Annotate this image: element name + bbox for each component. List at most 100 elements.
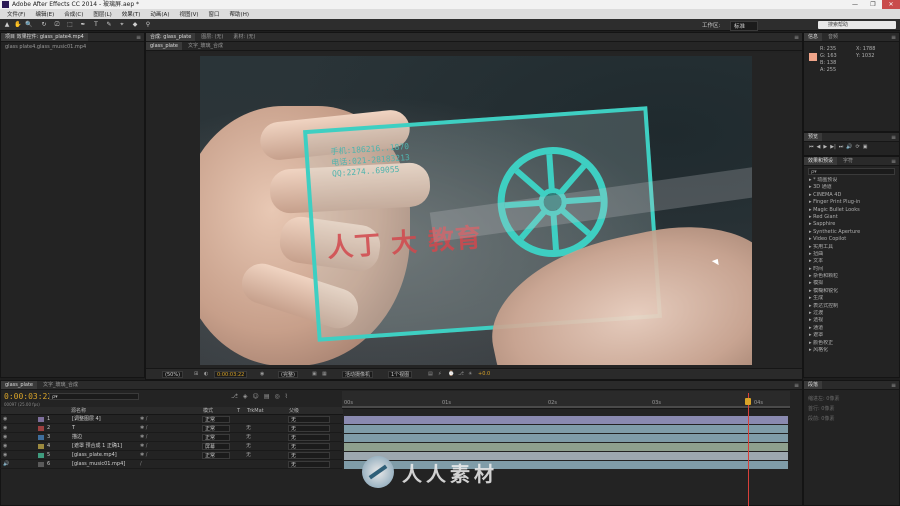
layer-parent-select[interactable]: 无	[288, 434, 330, 441]
tab-timeline-glass-plate[interactable]: glass_plate	[1, 381, 38, 389]
subtab-glass-plate[interactable]: glass_plate	[146, 42, 183, 50]
layer-parent-select[interactable]: 无	[288, 452, 330, 459]
menu-help[interactable]: 帮助(H)	[225, 10, 254, 18]
resolution-select[interactable]: (完整)	[278, 371, 298, 378]
layer-parent-select[interactable]: 无	[288, 425, 330, 432]
layer-mode-select[interactable]: 正常	[202, 434, 230, 441]
list-item[interactable]: ▸ 风格化	[804, 347, 899, 354]
table-row[interactable]: ◉ 5 [glass_plate.mp4] ✱ / 正常 无 无	[0, 451, 342, 460]
list-item[interactable]: ▸ 过渡	[804, 310, 899, 317]
layer-switch-icon[interactable]: ✱ /	[140, 415, 147, 424]
list-item[interactable]: ▸ 模拟	[804, 280, 899, 287]
layer-mode-select[interactable]: 正常	[202, 452, 230, 459]
layer-trkmat-select[interactable]: 无	[246, 424, 251, 433]
layer-name[interactable]: [glass_music01.mp4]	[72, 460, 125, 469]
eye-icon[interactable]: ◉	[3, 442, 7, 451]
column-t[interactable]: T	[237, 407, 240, 415]
last-frame-icon[interactable]: ⏭	[839, 144, 844, 150]
text-tool-icon[interactable]: T	[92, 21, 100, 29]
list-item[interactable]: ▸ 通道	[804, 325, 899, 332]
menu-file[interactable]: 文件(F)	[2, 10, 30, 18]
region-icon[interactable]: ▣	[310, 371, 319, 378]
playhead[interactable]	[748, 393, 749, 506]
tab-timeline-text-glass[interactable]: 文字_玻璃_合成	[39, 381, 82, 389]
tab-paragraph[interactable]: 段落	[804, 381, 823, 389]
list-item[interactable]: ▸ 透视	[804, 317, 899, 324]
label-color[interactable]	[38, 426, 44, 431]
layer-bar[interactable]	[344, 434, 788, 442]
column-parent[interactable]: 父级	[289, 407, 299, 415]
exposure-value[interactable]: +0.0	[476, 371, 492, 378]
list-item[interactable]: ▸ 生成	[804, 295, 899, 302]
list-item[interactable]: ▸ 时间	[804, 266, 899, 273]
layer-bar[interactable]	[344, 443, 788, 451]
first-frame-icon[interactable]: ⏮	[809, 144, 814, 150]
tab-footage[interactable]: 素材: (无)	[229, 33, 259, 41]
flowchart-icon[interactable]: ⎇	[456, 371, 466, 378]
work-area-bar[interactable]	[342, 406, 790, 408]
menu-layer[interactable]: 图层(L)	[88, 10, 116, 18]
ram-preview-icon[interactable]: ▣	[863, 144, 868, 150]
list-item[interactable]: ▸ Video Copilot	[804, 236, 899, 243]
list-item[interactable]: ▸ 遮罩	[804, 332, 899, 339]
zoom-select[interactable]: (50%)	[162, 371, 184, 378]
layer-name[interactable]: T	[72, 424, 75, 433]
layer-name[interactable]: [遮罩 预合成 1 正确1]	[72, 442, 122, 451]
layer-parent-select[interactable]: 无	[288, 416, 330, 423]
previous-frame-icon[interactable]: ◀	[817, 144, 821, 150]
list-item[interactable]: ▸ Finger Print Plug-in	[804, 199, 899, 206]
eye-icon[interactable]: ◉	[3, 451, 7, 460]
timeline-search-input[interactable]: ρ▾	[49, 393, 139, 400]
layer-name[interactable]: [glass_plate.mp4]	[72, 451, 117, 460]
tab-info[interactable]: 信息	[804, 33, 823, 41]
rectangle-tool-icon[interactable]: ⬚	[66, 21, 74, 29]
list-item[interactable]: ▸ 模糊和锐化	[804, 288, 899, 295]
layer-trkmat-select[interactable]: 无	[246, 451, 251, 460]
paragraph-row[interactable]: 缩进左: 0像素	[808, 394, 895, 404]
table-row[interactable]: ◉ 4 [遮罩 预合成 1 正确1] ✱ / 屏幕 无 无	[0, 442, 342, 451]
timeline-icon[interactable]: ⌚	[446, 371, 456, 378]
exposure-icon[interactable]: ☀	[466, 371, 474, 378]
column-source-name[interactable]: 源名称	[71, 407, 86, 415]
list-item[interactable]: ▸ Red Giant	[804, 214, 899, 221]
tab-effects-presets[interactable]: 效果和预设	[804, 157, 838, 165]
brush-tool-icon[interactable]: ✎	[105, 21, 113, 29]
label-color[interactable]	[38, 435, 44, 440]
menu-animation[interactable]: 动画(A)	[145, 10, 174, 18]
shy-icon[interactable]: ☺	[253, 393, 259, 400]
workspace-select[interactable]: 标准	[730, 21, 759, 31]
clone-tool-icon[interactable]: ⌖	[118, 21, 126, 29]
hand-tool-icon[interactable]: ✋	[14, 21, 22, 29]
layer-mode-select[interactable]: 屏幕	[202, 443, 230, 450]
panel-menu-icon[interactable]: ≡	[891, 382, 896, 389]
panel-menu-icon[interactable]: ≡	[136, 34, 141, 41]
layer-switch-icon[interactable]: ✱ /	[140, 442, 147, 451]
fast-preview-icon[interactable]: ⚡	[436, 371, 444, 378]
column-trkmat[interactable]: TrkMat	[247, 407, 264, 415]
draft-3d-icon[interactable]: ◈	[243, 393, 248, 400]
layer-switch-icon[interactable]: ✱ /	[140, 451, 147, 460]
tab-audio[interactable]: 音频	[824, 33, 842, 41]
label-color[interactable]	[38, 462, 44, 467]
minimize-button[interactable]: —	[846, 0, 864, 9]
camera-view-select[interactable]: 活动摄像机	[342, 371, 374, 378]
layer-bar[interactable]	[344, 425, 788, 433]
maximize-button[interactable]: ❐	[864, 0, 882, 9]
roto-brush-tool-icon[interactable]: ◆	[131, 21, 139, 29]
close-button[interactable]: ✕	[882, 0, 900, 9]
tab-preview[interactable]: 预览	[804, 133, 823, 141]
video-frame[interactable]: 手机:186216..1870 电话:021-28183213 QQ:2274.…	[200, 56, 752, 365]
panel-menu-icon[interactable]: ≡	[891, 34, 896, 41]
panel-menu-icon[interactable]: ≡	[794, 382, 799, 389]
next-frame-icon[interactable]: ▶|	[830, 144, 836, 150]
layer-name[interactable]: [调整图层 4]	[72, 415, 101, 424]
subtab-text-glass[interactable]: 文字_玻璃_合成	[184, 42, 227, 50]
selection-tool-icon[interactable]: ▲	[3, 21, 11, 29]
audio-icon[interactable]: 🔊	[846, 144, 852, 150]
graph-editor-icon[interactable]: ⌇	[285, 393, 288, 400]
paragraph-row[interactable]: 首行: 0像素	[808, 404, 895, 414]
layer-bar[interactable]	[344, 416, 788, 424]
loop-icon[interactable]: ⟳	[856, 144, 860, 150]
list-item[interactable]: ▸ 3D 通道	[804, 184, 899, 191]
effects-search-input[interactable]: ρ▾	[808, 168, 895, 175]
